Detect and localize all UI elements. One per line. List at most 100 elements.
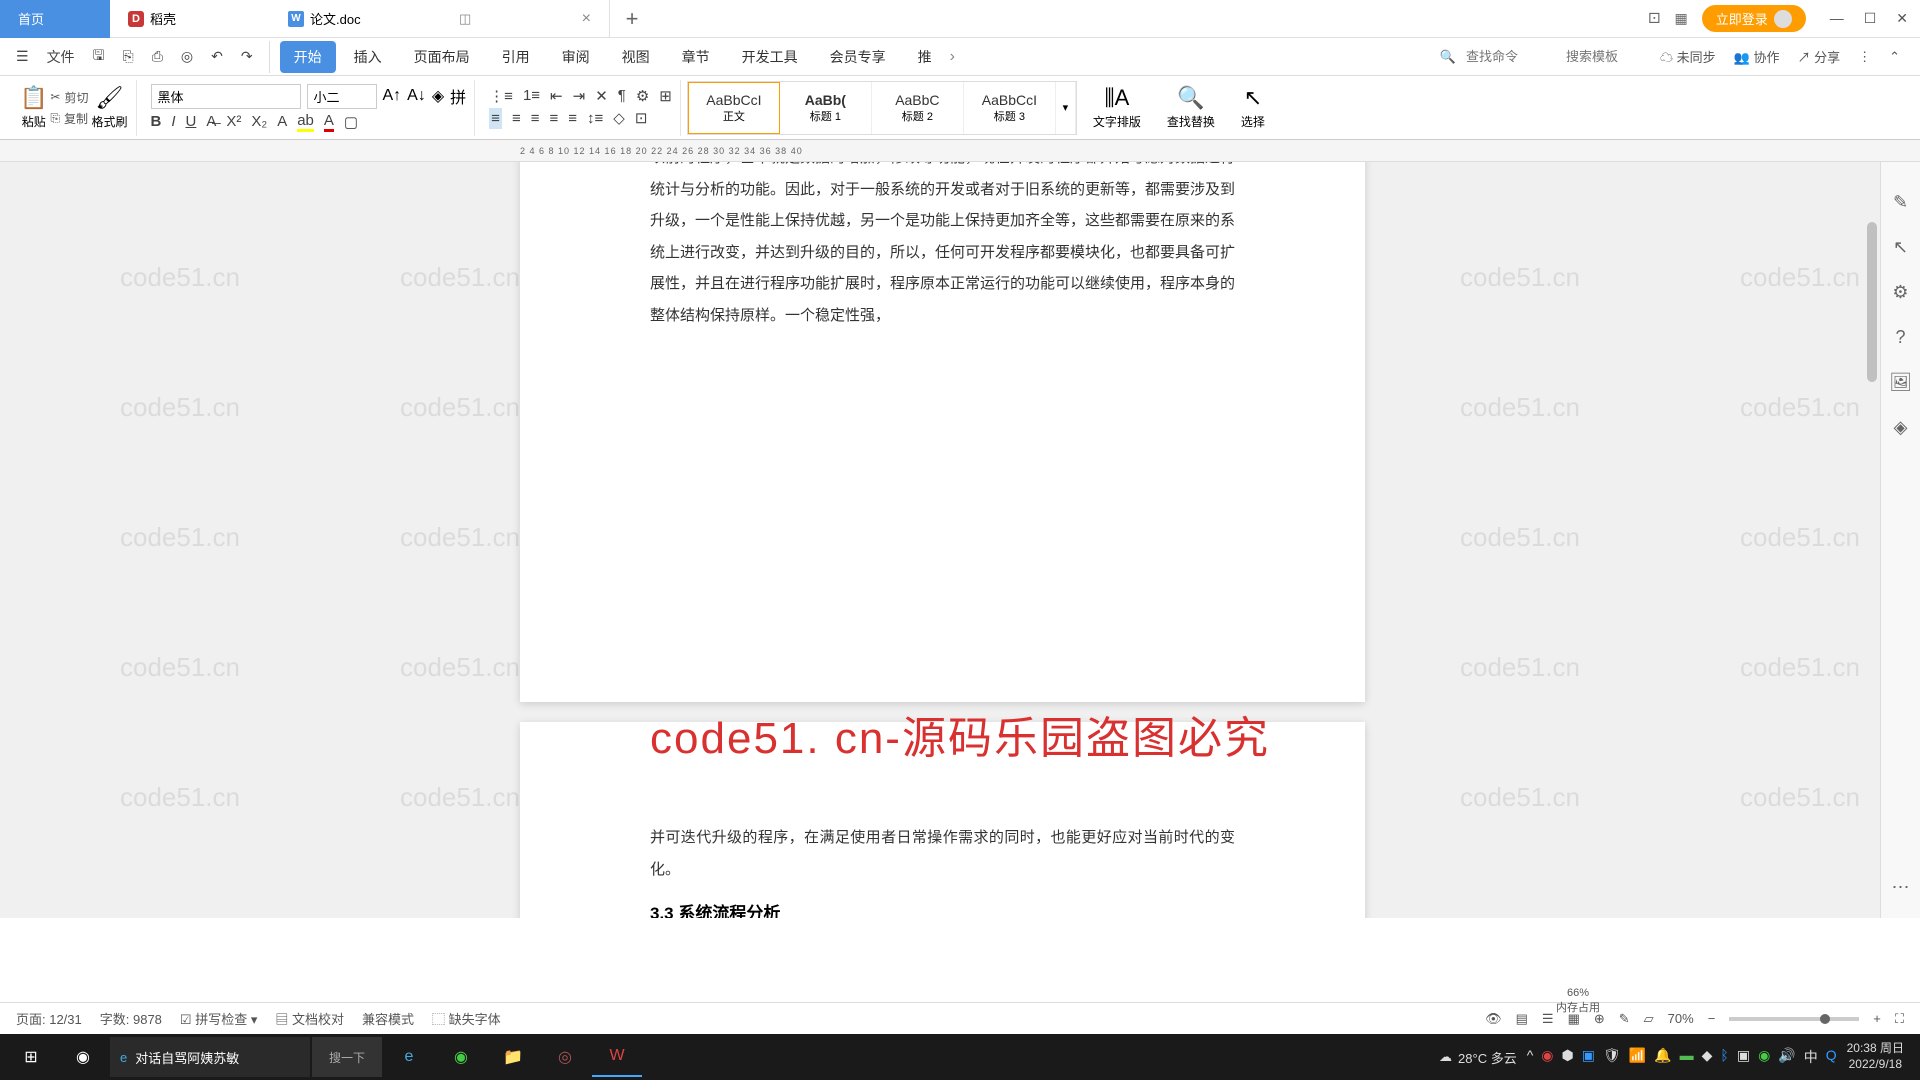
- underline-button[interactable]: U: [186, 113, 197, 130]
- taskbar-360[interactable]: ◉: [436, 1037, 486, 1077]
- cut-button[interactable]: ✂ 剪切: [50, 89, 88, 106]
- more-tools-icon[interactable]: ⋯: [1892, 877, 1910, 898]
- new-tab-button[interactable]: +: [610, 6, 654, 32]
- hamburger-icon[interactable]: ☰: [10, 44, 35, 69]
- search-command-input[interactable]: [1466, 49, 1556, 64]
- tray-wifi-icon[interactable]: 📶: [1629, 1047, 1646, 1067]
- clear-format-icon[interactable]: ◈: [432, 86, 444, 106]
- eye-icon[interactable]: 👁: [1485, 1011, 1502, 1027]
- share-button[interactable]: ↗ 分享: [1797, 47, 1840, 66]
- increase-indent-button[interactable]: ⇥: [573, 87, 586, 105]
- collapse-ribbon-icon[interactable]: ⌃: [1889, 49, 1900, 65]
- save-icon[interactable]: 🖫: [87, 41, 111, 73]
- style-normal[interactable]: AaBbCcI正文: [688, 82, 780, 134]
- image-tool-icon[interactable]: 🖼: [1889, 372, 1912, 393]
- maximize-button[interactable]: ☐: [1864, 10, 1877, 27]
- text-layout-button[interactable]: ⫼A文字排版: [1083, 85, 1151, 130]
- numbering-button[interactable]: 1≡: [523, 87, 540, 104]
- page-1[interactable]: 以前的程序，基本就是数据的增加，修改等功能，现在开发的程序都开始考虑对数据进行统…: [520, 162, 1365, 702]
- phonetic-icon[interactable]: 拼: [450, 84, 466, 108]
- superscript-button[interactable]: X²: [226, 113, 241, 130]
- font-size-select[interactable]: 小二: [307, 84, 377, 109]
- weather-widget[interactable]: ☁ 28°C 多云: [1439, 1048, 1517, 1067]
- taskbar-app1[interactable]: ◎: [540, 1037, 590, 1077]
- tray-icon[interactable]: ▣: [1582, 1047, 1595, 1067]
- heading-3-3[interactable]: 3.3 系统流程分析: [650, 899, 1235, 918]
- apps-icon[interactable]: ▦: [1674, 10, 1687, 27]
- menu-overflow-icon[interactable]: ›: [950, 48, 955, 66]
- align-right-button[interactable]: ≡: [531, 110, 540, 127]
- font-name-select[interactable]: 黑体: [151, 84, 301, 109]
- select-tool-icon[interactable]: ↖: [1893, 237, 1908, 258]
- tools-button[interactable]: ⚙: [636, 87, 649, 105]
- tray-volume-icon[interactable]: 🔊: [1778, 1047, 1795, 1067]
- menu-more[interactable]: 推: [904, 41, 946, 73]
- tray-bluetooth-icon[interactable]: ᛒ: [1720, 1047, 1728, 1067]
- redo-icon[interactable]: ↷: [235, 44, 259, 69]
- undo-icon[interactable]: ↶: [205, 44, 229, 69]
- bold-button[interactable]: B: [151, 113, 162, 130]
- tray-icon[interactable]: ⬢: [1562, 1047, 1574, 1067]
- italic-button[interactable]: I: [171, 113, 175, 130]
- line-spacing-button[interactable]: ↕≡: [587, 110, 603, 127]
- fit-icon[interactable]: ▱: [1644, 1011, 1654, 1027]
- menu-references[interactable]: 引用: [488, 41, 544, 73]
- copy-button[interactable]: ⎘ 复制: [50, 110, 88, 127]
- edit-mode-icon[interactable]: ✎: [1619, 1011, 1630, 1027]
- grow-font-icon[interactable]: A↑: [383, 87, 402, 105]
- style-h3[interactable]: AaBbCcI标题 3: [964, 82, 1056, 134]
- taskbar-explorer[interactable]: 📁: [488, 1037, 538, 1077]
- num-icon[interactable]: ⚀: [1648, 10, 1660, 27]
- paste-button[interactable]: 📋粘贴: [20, 85, 47, 130]
- fullscreen-icon[interactable]: ⛶: [1895, 1011, 1904, 1027]
- format-painter-button[interactable]: 🖌格式刷: [91, 85, 127, 130]
- zoom-out-button[interactable]: −: [1708, 1011, 1716, 1026]
- taskbar-browser[interactable]: e对话自骂阿姨苏敏: [110, 1037, 310, 1077]
- subscript-button[interactable]: X₂: [251, 113, 267, 130]
- proofread-button[interactable]: ▤ 文档校对: [275, 1009, 344, 1028]
- menu-start[interactable]: 开始: [280, 41, 336, 73]
- tab-document[interactable]: W论文.doc◫×: [270, 0, 610, 38]
- minimize-button[interactable]: —: [1830, 10, 1844, 27]
- zoom-in-button[interactable]: +: [1873, 1011, 1881, 1026]
- shrink-font-icon[interactable]: A↓: [407, 87, 426, 105]
- decrease-indent-button[interactable]: ⇤: [550, 87, 563, 105]
- tray-icon[interactable]: ◉: [1758, 1047, 1770, 1067]
- missing-fonts[interactable]: ⬚ 缺失字体: [432, 1009, 501, 1028]
- tab-close-icon[interactable]: ×: [582, 10, 591, 28]
- find-replace-button[interactable]: 🔍查找替换: [1157, 85, 1225, 130]
- menu-view[interactable]: 视图: [608, 41, 664, 73]
- menu-chapter[interactable]: 章节: [668, 41, 724, 73]
- shape-tool-icon[interactable]: ◈: [1894, 417, 1908, 438]
- tray-icon[interactable]: ▣: [1737, 1047, 1750, 1067]
- menu-dev[interactable]: 开发工具: [728, 41, 812, 73]
- taskbar-ie[interactable]: e: [384, 1037, 434, 1077]
- align-justify-button[interactable]: ≡: [549, 110, 558, 127]
- help-tool-icon[interactable]: ?: [1895, 327, 1905, 348]
- style-more[interactable]: ▾: [1056, 82, 1076, 134]
- ruler[interactable]: 2 4 6 8 10 12 14 16 18 20 22 24 26 28 30…: [0, 140, 1920, 162]
- tray-ime-icon[interactable]: 中: [1804, 1047, 1818, 1067]
- shading-button[interactable]: ◇: [613, 109, 625, 127]
- style-h2[interactable]: AaBbC标题 2: [872, 82, 964, 134]
- compat-mode[interactable]: 兼容模式: [362, 1009, 414, 1028]
- start-button[interactable]: ⊞: [6, 1037, 56, 1077]
- paragraph-2[interactable]: 并可迭代升级的程序，在满足使用者日常操作需求的同时，也能更好应对当前时代的变化。: [650, 822, 1235, 885]
- vertical-scrollbar[interactable]: [1864, 162, 1880, 918]
- tray-icon[interactable]: 🛡: [1603, 1047, 1621, 1067]
- char-border-button[interactable]: ▢: [344, 113, 358, 131]
- paragraph-1[interactable]: 以前的程序，基本就是数据的增加，修改等功能，现在开发的程序都开始考虑对数据进行统…: [650, 162, 1235, 331]
- menu-insert[interactable]: 插入: [340, 41, 396, 73]
- close-button[interactable]: ✕: [1896, 10, 1908, 27]
- taskbar-wps[interactable]: W: [592, 1037, 642, 1077]
- tray-icon[interactable]: ◉: [1541, 1047, 1553, 1067]
- print-icon[interactable]: ⎙: [146, 44, 169, 69]
- style-h1[interactable]: AaBb(标题 1: [780, 82, 872, 134]
- export-icon[interactable]: ⎘: [117, 44, 140, 69]
- document-canvas[interactable]: code51.cn code51.cn code51.cn code51.cn …: [0, 162, 1920, 918]
- tray-icon[interactable]: ▬: [1680, 1047, 1694, 1067]
- borders-button[interactable]: ⊞: [659, 87, 672, 105]
- login-button[interactable]: 立即登录: [1702, 5, 1806, 32]
- zoom-slider[interactable]: [1729, 1017, 1859, 1021]
- highlight-button[interactable]: ab: [297, 112, 314, 132]
